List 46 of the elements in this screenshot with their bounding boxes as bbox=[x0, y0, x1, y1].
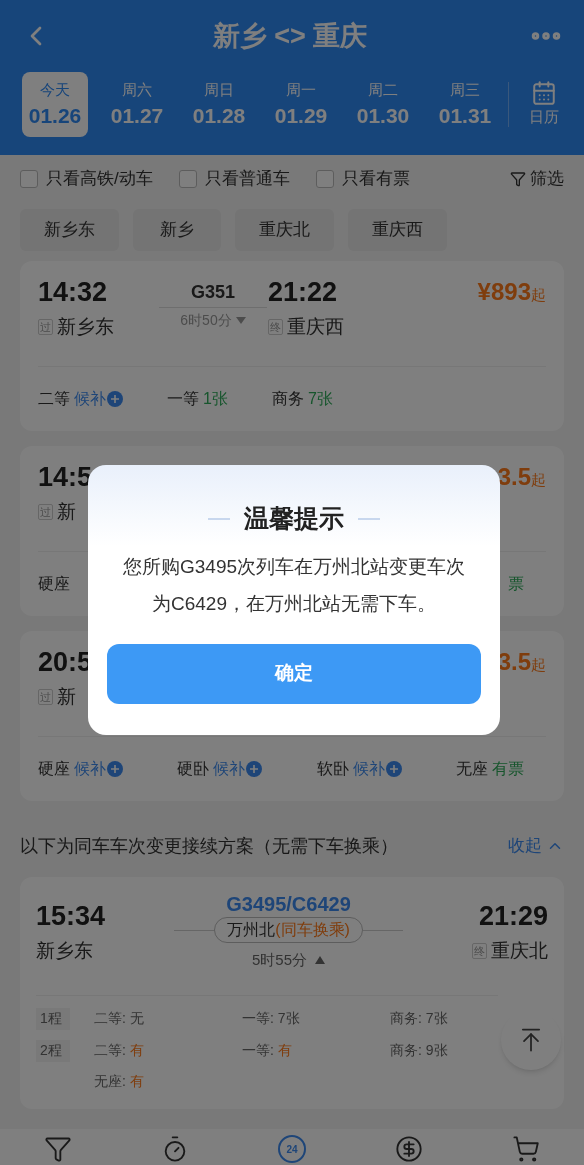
seat-availability: 商务: 7张 bbox=[390, 1009, 449, 1028]
seat-status: 候补 bbox=[74, 758, 106, 779]
seat-class: 硬卧 bbox=[177, 758, 210, 779]
price: 3.5起 bbox=[497, 647, 546, 677]
seat-status: 1张 bbox=[203, 388, 228, 409]
seat-status: 票 bbox=[508, 573, 524, 594]
arrive-station: 重庆北 bbox=[491, 939, 548, 963]
leg-label: 1程 bbox=[36, 1008, 70, 1030]
seat-class: 软卧 bbox=[316, 758, 349, 779]
dialog-title: 温馨提示 bbox=[244, 503, 344, 534]
seat-class: 硬座 bbox=[38, 758, 70, 779]
depart-station: 新乡东 bbox=[36, 939, 94, 963]
arrive-station: 重庆西 bbox=[287, 315, 344, 339]
seat-availability: 无座: 有 bbox=[94, 1072, 145, 1091]
leg-label: 2程 bbox=[36, 1040, 70, 1062]
depart-station: 新 bbox=[57, 685, 76, 709]
seat-status: 候补 bbox=[74, 388, 106, 409]
seat-class: 一等 bbox=[167, 388, 199, 409]
seat-availability: 一等: 有 bbox=[242, 1041, 293, 1060]
seat-status: 候补 bbox=[352, 758, 385, 779]
seat-status: 7张 bbox=[307, 388, 333, 409]
depart-time: 14:32 bbox=[38, 276, 109, 309]
price: 3.5起 bbox=[497, 462, 546, 492]
arrive-time: 21:22 bbox=[268, 276, 339, 309]
dialog-message: 您所购G3495次列车在万州北站变更车次为C6429，在万州北站无需下车。 bbox=[121, 554, 466, 616]
page-title: 新乡 <> 重庆 bbox=[212, 19, 368, 53]
seat-availability: 商务: 9张 bbox=[390, 1041, 449, 1060]
seat-availability: 一等: 7张 bbox=[242, 1009, 301, 1028]
train-number: G3495/C6429 bbox=[226, 892, 351, 917]
seat-class: 无座 bbox=[456, 758, 488, 779]
seat-status: 有票 bbox=[492, 758, 524, 779]
seat-class: 硬座 bbox=[38, 573, 70, 594]
depart-station: 新 bbox=[57, 500, 76, 524]
seat-class: 二等 bbox=[38, 388, 70, 409]
depart-station: 新乡东 bbox=[57, 315, 114, 339]
seat-status: 候补 bbox=[213, 758, 246, 779]
seat-availability: 二等: 有 bbox=[94, 1041, 145, 1060]
train-number: G351 bbox=[190, 281, 235, 304]
depart-time: 14:5 bbox=[38, 461, 94, 494]
depart-time: 15:34 bbox=[36, 900, 106, 933]
price: ¥893起 bbox=[477, 277, 546, 307]
seat-availability: 二等: 无 bbox=[94, 1009, 145, 1028]
seat-class: 商务 bbox=[271, 388, 304, 409]
section-title: 以下为同车车次变更接续方案（无需下车换乘） bbox=[20, 834, 398, 858]
duration: 5时55分 bbox=[252, 950, 308, 970]
arrive-time: 21:29 bbox=[478, 900, 548, 933]
